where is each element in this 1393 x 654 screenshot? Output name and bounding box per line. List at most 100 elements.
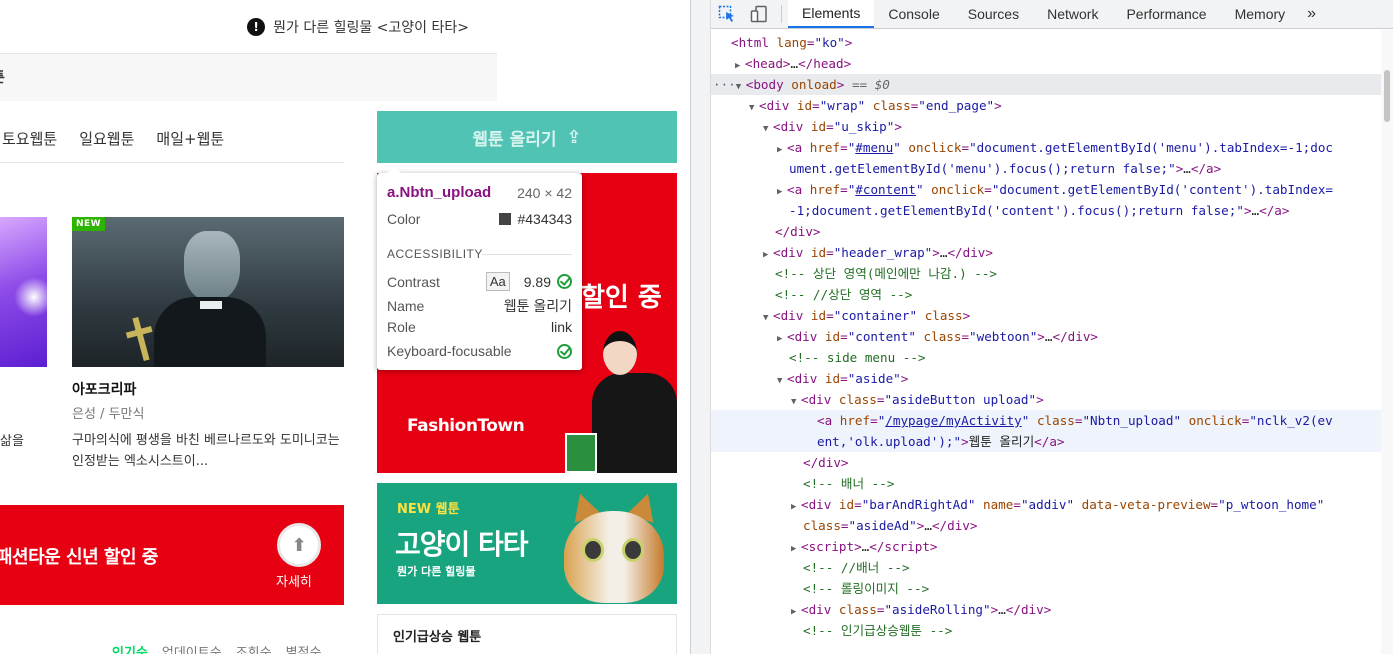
tab-network[interactable]: Network — [1033, 0, 1112, 28]
notice-text: 뭔가 다른 힐링물 <고양이 타타> — [273, 20, 469, 36]
more-label: 자세히 — [276, 575, 312, 590]
dom-comment[interactable]: <!-- //배너 --> — [711, 557, 1381, 578]
tab-saturday[interactable]: 토요웹툰 — [2, 128, 57, 149]
devtools-panel: Elements Console Sources Network Perform… — [690, 0, 1393, 654]
dom-node-cont: ument.getElementById('menu').focus();ret… — [789, 161, 1222, 176]
sort-tabs: 인기순 업데이트순 조회순 별점순 — [112, 642, 321, 654]
ad-subtitle: 뭔가 다른 힐링물 — [397, 565, 476, 578]
rising-title: 인기급상승 웹툰 — [393, 630, 482, 645]
check-icon — [557, 343, 572, 359]
tabs-divider — [0, 162, 344, 163]
sort-views[interactable]: 조회순 — [236, 642, 272, 654]
tab-console[interactable]: Console — [874, 0, 953, 28]
tooltip-size: 240 × 42 — [517, 184, 572, 201]
dom-comment[interactable]: <!-- 상단 영역(메인에만 나감.) --> — [711, 263, 1381, 284]
dom-comment[interactable]: <!-- side menu --> — [711, 347, 1381, 368]
fashiontown-banner[interactable]: 패션타운 신년 할인 중 ⬆ 자세히 — [0, 505, 344, 605]
devtools-tabbar: Elements Console Sources Network Perform… — [711, 0, 1393, 29]
category-bar: 툰 — [0, 54, 497, 101]
notice-link[interactable]: ! 뭔가 다른 힐링물 <고양이 타타> — [247, 17, 469, 37]
cat-tata-ad[interactable]: NEW 웹툰 고양이 타타 뭔가 다른 힐링물 — [377, 483, 677, 604]
sort-update[interactable]: 업데이트순 — [162, 642, 222, 654]
webpage-viewport: ! 뭔가 다른 힐링물 <고양이 타타> 툰 토요웹툰 일요웹툰 매일+웹툰 N… — [0, 0, 690, 654]
check-icon — [557, 274, 572, 289]
new-badge: NEW — [72, 217, 106, 231]
dom-node[interactable]: ▶ <div id="content" class="webtoon">…</di… — [711, 326, 1381, 347]
dom-node[interactable]: </div> — [711, 221, 1381, 242]
tab-daily-plus[interactable]: 매일+웹툰 — [156, 128, 224, 149]
ad-new-label: NEW 웹툰 — [397, 502, 460, 517]
webtoon-description-left: 삶을 — [0, 434, 24, 449]
tab-elements[interactable]: Elements — [788, 0, 875, 28]
dom-comment[interactable]: <!-- 인기급상승웹툰 --> — [711, 620, 1381, 641]
tooltip-role-value: link — [550, 319, 572, 335]
dom-node[interactable]: ▼ <div id="aside"> — [711, 368, 1381, 389]
dom-node[interactable]: ▶ <a href="#menu" onclick="document.getEl… — [711, 137, 1381, 158]
dom-node-cont: class="asideAd">…</div> — [803, 518, 978, 533]
arrow-up-icon: ⬆ — [291, 534, 307, 556]
webtoon-description: 구마의식에 평생을 바친 베르나르도와 도미니코는 인정받는 엑소시스트이... — [72, 433, 340, 469]
dom-comment[interactable]: <!-- 배너 --> — [711, 473, 1381, 494]
dom-node[interactable]: ▶ <head>…</head> — [711, 53, 1381, 74]
upload-icon: ⇪ — [566, 126, 582, 148]
dom-scrollbar[interactable] — [1381, 30, 1393, 654]
dom-node[interactable]: <html lang="ko"> — [711, 32, 1381, 53]
dom-node-hovered[interactable]: <a href="/mypage/myActivity" class="Nbtn… — [711, 410, 1381, 452]
ad-sale-text: 할인 중 — [581, 283, 662, 313]
cat-illustration — [564, 489, 664, 603]
webtoon-thumbnail-apocrypha[interactable] — [72, 217, 344, 367]
dom-comment[interactable]: <!-- 롤링이미지 --> — [711, 578, 1381, 599]
more-tabs-chevron-icon[interactable]: » — [1299, 0, 1324, 28]
tooltip-contrast-label: Contrast — [387, 273, 440, 290]
banner-text: 패션타운 신년 할인 중 — [0, 547, 158, 568]
ad-title: 고양이 타타 — [395, 528, 529, 561]
tab-sources[interactable]: Sources — [954, 0, 1033, 28]
webtoon-thumbnail-left[interactable] — [0, 217, 47, 367]
tooltip-color-label: Color — [387, 211, 421, 227]
more-button[interactable]: ⬆ — [277, 523, 321, 567]
tooltip-kbd-label: Keyboard-focusable — [387, 343, 512, 359]
alert-icon: ! — [247, 18, 266, 36]
dom-node[interactable]: ▶ <div id="header_wrap">…</div> — [711, 242, 1381, 263]
dom-node[interactable]: ▼ <div id="container" class> — [711, 305, 1381, 326]
tooltip-contrast-value: 9.89 — [523, 273, 551, 290]
contrast-aa-icon: Aa — [485, 272, 510, 291]
top-notice-bar: ! 뭔가 다른 힐링물 <고양이 타타> — [0, 0, 497, 54]
rising-webtoon-box: 인기급상승 웹툰 — [377, 614, 677, 654]
tab-performance[interactable]: Performance — [1112, 0, 1220, 28]
webtoon-author: 은성 / 두만식 — [72, 407, 145, 422]
tooltip-name-label: Name — [387, 298, 425, 314]
color-swatch-icon — [499, 213, 512, 225]
dom-node-selected[interactable]: ···▼ <body onload> == $0 — [711, 74, 1381, 95]
tooltip-section-title: ACCESSIBILITY — [387, 247, 483, 261]
device-toggle-icon[interactable] — [743, 0, 775, 28]
dom-node-cont: -1;document.getElementById('content').fo… — [789, 203, 1290, 218]
day-tabs: 토요웹툰 일요웹툰 매일+웹툰 — [0, 128, 344, 149]
ad-brand-text: FashionTown — [407, 416, 525, 436]
inspect-element-icon[interactable] — [711, 0, 743, 28]
dom-node[interactable]: </div> — [711, 452, 1381, 473]
tooltip-role-label: Role — [387, 319, 416, 335]
tab-sunday[interactable]: 일요웹툰 — [79, 128, 134, 149]
dom-node[interactable]: ▼ <div id="wrap" class="end_page"> — [711, 95, 1381, 116]
category-title: 툰 — [0, 67, 5, 87]
sort-rating[interactable]: 별점순 — [286, 642, 322, 654]
tab-memory[interactable]: Memory — [1221, 0, 1300, 28]
dom-node[interactable]: ▶ <div class="asideRolling">…</div> — [711, 599, 1381, 620]
dom-node[interactable]: ▼ <div class="asideButton upload"> — [711, 389, 1381, 410]
tooltip-selector: a.Nbtn_upload — [387, 184, 492, 201]
upload-webtoon-button[interactable]: 웹툰 올리기 ⇪ — [377, 111, 677, 163]
tooltip-name-value: 웹툰 올리기 — [503, 298, 572, 314]
dom-node[interactable]: ▶ <script>…</script> — [711, 536, 1381, 557]
dom-node[interactable]: ▶ <div id="barAndRightAd" name="addiv" da… — [711, 494, 1381, 515]
devtools-gutter — [691, 0, 711, 654]
inspect-tooltip: a.Nbtn_upload 240 × 42 Color #434343 ACC… — [377, 166, 582, 370]
sort-popular[interactable]: 인기순 — [112, 642, 148, 654]
webtoon-title[interactable]: 아포크리파 — [72, 379, 136, 399]
tooltip-color-value: #434343 — [517, 211, 572, 227]
dom-tree: <html lang="ko"> ▶ <head>…</head> ···▼ <bo… — [711, 30, 1381, 654]
dom-node[interactable]: ▼ <div id="u_skip"> — [711, 116, 1381, 137]
dom-comment[interactable]: <!-- //상단 영역 --> — [711, 284, 1381, 305]
dom-node[interactable]: ▶ <a href="#content" onclick="document.ge… — [711, 179, 1381, 200]
upload-label: 웹툰 올리기 — [472, 129, 557, 150]
